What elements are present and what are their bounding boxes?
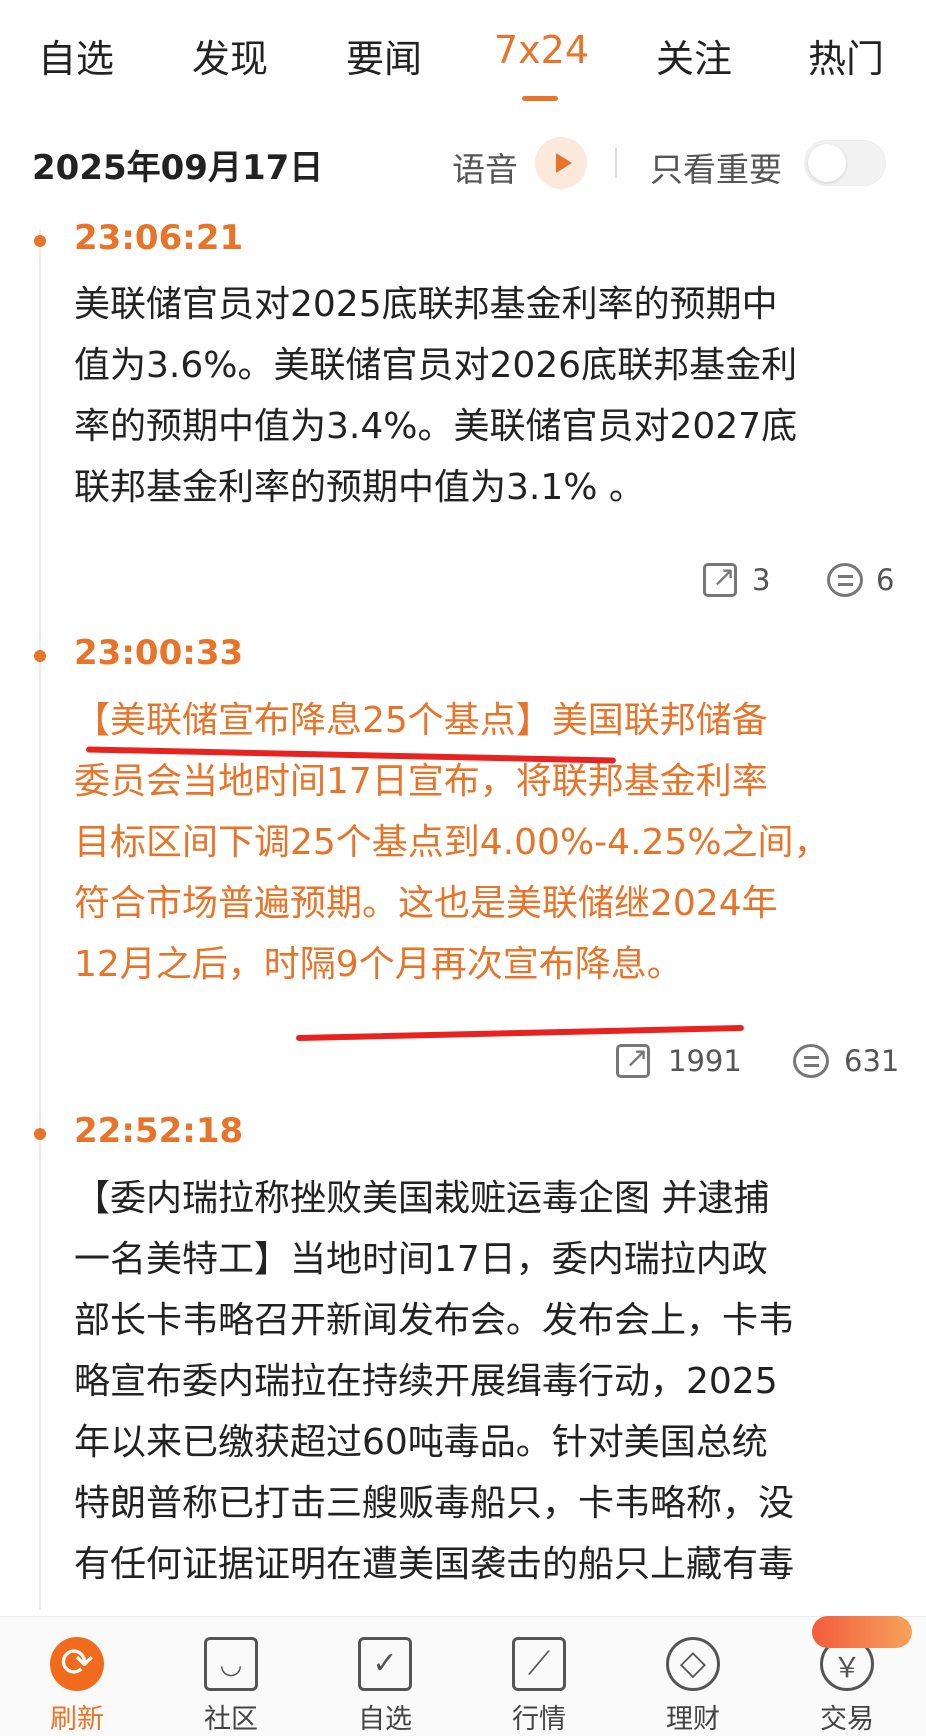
nav-wealth[interactable]: 理财 <box>616 1617 770 1736</box>
top-tab-bar: 自选 发现 要闻 7x24 关注 热门 <box>0 0 926 110</box>
news-line: 略宣布委内瑞拉在持续开展缉毒行动，2025 <box>74 1361 778 1402</box>
comment-icon[interactable] <box>827 563 863 597</box>
news-line: 12月之后，时隔9个月再次宣布降息。 <box>74 944 683 985</box>
nav-refresh[interactable]: 刷新 <box>0 1617 154 1736</box>
tab-discover[interactable]: 发现 <box>192 28 268 83</box>
voice-label: 语音 <box>452 150 518 189</box>
nav-label: 自选 <box>358 1704 412 1735</box>
divider <box>615 148 617 178</box>
important-only-toggle[interactable] <box>804 140 886 186</box>
feed-date: 2025年09月17日 <box>32 148 324 188</box>
news-body[interactable]: 【委内瑞拉称挫败美国栽赃运毒企图 并逮捕 一名美特工】当地时间17日，委内瑞拉内… <box>74 1168 894 1595</box>
news-body[interactable]: 【美联储宣布降息25个基点】美国联邦储备 委员会当地时间17日宣布，将联邦基金利… <box>74 690 894 995</box>
timeline-line <box>39 230 41 1610</box>
comment-count: 6 <box>876 563 895 597</box>
bottom-nav: 刷新 社区 自选 行情 理财 交易 <box>0 1616 926 1736</box>
refresh-icon <box>50 1637 104 1691</box>
comment-count: 631 <box>844 1044 900 1078</box>
tab-7x24[interactable]: 7x24 <box>494 28 589 72</box>
wealth-icon <box>666 1637 720 1691</box>
news-line: 目标区间下调25个基点到4.00%-4.25%之间， <box>74 822 830 863</box>
news-line: 特朗普称已打击三艘贩毒船只，卡韦略称，没 <box>74 1483 795 1524</box>
news-time: 23:00:33 <box>74 633 244 673</box>
news-body[interactable]: 美联储官员对2025底联邦基金利率的预期中 值为3.6%。美联储官员对2026底… <box>74 274 894 518</box>
nav-label: 社区 <box>204 1704 258 1735</box>
nav-label: 刷新 <box>50 1704 104 1735</box>
share-icon[interactable] <box>616 1041 650 1078</box>
watchlist-icon <box>358 1637 412 1691</box>
timeline-dot <box>34 235 46 247</box>
timeline-dot <box>34 650 46 662</box>
news-line: 【美联储宣布降息25个基点】美国联邦储备 <box>74 700 768 741</box>
nav-market[interactable]: 行情 <box>462 1617 616 1736</box>
nav-watchlist[interactable]: 自选 <box>308 1617 462 1736</box>
news-line: 联邦基金利率的预期中值为3.1% 。 <box>74 467 645 508</box>
trade-badge <box>812 1616 912 1648</box>
news-time: 23:06:21 <box>74 218 244 258</box>
community-icon <box>204 1637 258 1691</box>
share-count: 1991 <box>668 1044 742 1078</box>
news-line: 美联储官员对2025底联邦基金利率的预期中 <box>74 284 778 325</box>
nav-label: 交易 <box>820 1704 874 1735</box>
market-icon <box>512 1637 566 1691</box>
news-line: 率的预期中值为3.4%。美联储官员对2027底 <box>74 406 798 447</box>
news-line: 值为3.6%。美联储官员对2026底联邦基金利 <box>74 345 798 386</box>
highlight-underline <box>295 1024 745 1042</box>
timeline-dot <box>34 1128 46 1140</box>
tab-trending[interactable]: 热门 <box>808 28 884 83</box>
news-line: 符合市场普遍预期。这也是美联储继2024年 <box>74 883 778 924</box>
tab-watchlist[interactable]: 自选 <box>38 28 114 83</box>
nav-community[interactable]: 社区 <box>154 1617 308 1736</box>
share-count: 3 <box>752 563 771 597</box>
important-only-label: 只看重要 <box>650 150 782 189</box>
nav-label: 理财 <box>666 1704 720 1735</box>
news-time: 22:52:18 <box>74 1111 244 1151</box>
news-line: 有任何证据证明在遭美国袭击的船只上藏有毒 <box>74 1544 795 1585</box>
comment-icon[interactable] <box>793 1044 829 1078</box>
news-line: 年以来已缴获超过60吨毒品。针对美国总统 <box>74 1422 768 1463</box>
tab-headlines[interactable]: 要闻 <box>346 28 422 83</box>
active-tab-indicator <box>522 96 558 101</box>
news-line: 部长卡韦略召开新闻发布会。发布会上，卡韦 <box>74 1300 795 1341</box>
tab-following[interactable]: 关注 <box>656 28 732 83</box>
news-line: 【委内瑞拉称挫败美国栽赃运毒企图 并逮捕 <box>74 1178 770 1219</box>
nav-label: 行情 <box>512 1704 566 1735</box>
play-icon[interactable] <box>535 137 587 189</box>
share-icon[interactable] <box>703 560 737 597</box>
news-line: 一名美特工】当地时间17日，委内瑞拉内政 <box>74 1239 768 1280</box>
